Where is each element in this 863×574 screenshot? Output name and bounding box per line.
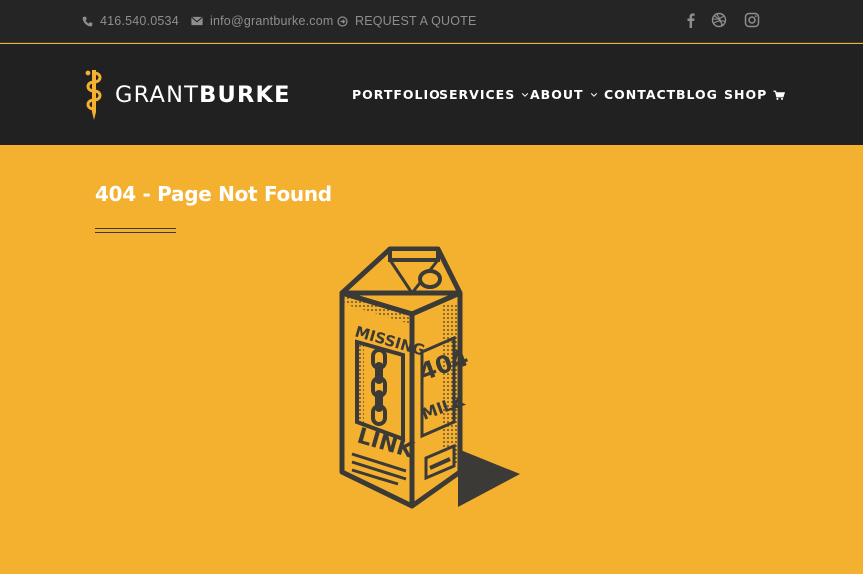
nav-shop[interactable]: SHOP (724, 87, 767, 102)
nav-contact-label: CONTACT (604, 87, 677, 102)
main-content: 404 - Page Not Found MISSING LINK 404 MI… (0, 145, 863, 574)
nav-about[interactable]: ABOUT (530, 87, 598, 102)
phone-icon (82, 16, 93, 26)
dribbble-icon[interactable] (711, 12, 727, 28)
nav-services-label: SERVICES (439, 87, 516, 102)
phone-number: 416.540.0534 (100, 14, 179, 28)
site-logo[interactable]: GRANTBURKE (83, 70, 291, 120)
facebook-icon[interactable] (683, 12, 699, 28)
nav-portfolio[interactable]: PORTFOLIO (352, 87, 441, 102)
top-utility-bar: 416.540.0534 info@grantburke.com REQUEST… (0, 0, 863, 43)
site-header: GRANTBURKE PORTFOLIO SERVICES ABOUT CONT… (0, 44, 863, 145)
nav-about-label: ABOUT (530, 87, 584, 102)
email-link[interactable]: info@grantburke.com (191, 13, 334, 29)
phone-link[interactable]: 416.540.0534 (82, 13, 179, 29)
brand-wordmark: GRANTBURKE (115, 82, 291, 108)
nav-services[interactable]: SERVICES (439, 87, 529, 102)
arrow-circle-icon (337, 15, 348, 27)
envelope-icon (191, 16, 203, 26)
chevron-down-icon (522, 92, 529, 97)
chevron-down-icon (590, 92, 597, 97)
page-title: 404 - Page Not Found (95, 182, 332, 206)
nav-blog[interactable]: BLOG (676, 87, 718, 102)
nav-contact[interactable]: CONTACT (604, 87, 676, 102)
pencil-snake-logo-icon (85, 70, 102, 120)
nav-blog-label: BLOG (676, 87, 718, 102)
milk-carton-illustration: MISSING LINK 404 MILK (339, 246, 520, 509)
cart-icon[interactable] (773, 90, 785, 101)
nav-portfolio-label: PORTFOLIO (352, 87, 441, 102)
nav-shop-label: SHOP (724, 87, 768, 102)
instagram-icon[interactable] (744, 12, 760, 28)
brand-part-burke: BURKE (199, 82, 291, 108)
request-quote-label: REQUEST A QUOTE (355, 14, 477, 28)
brand-part-grant: GRANT (115, 82, 200, 108)
email-address: info@grantburke.com (210, 14, 334, 28)
request-quote-link[interactable]: REQUEST A QUOTE (337, 13, 477, 29)
title-divider (95, 228, 176, 234)
